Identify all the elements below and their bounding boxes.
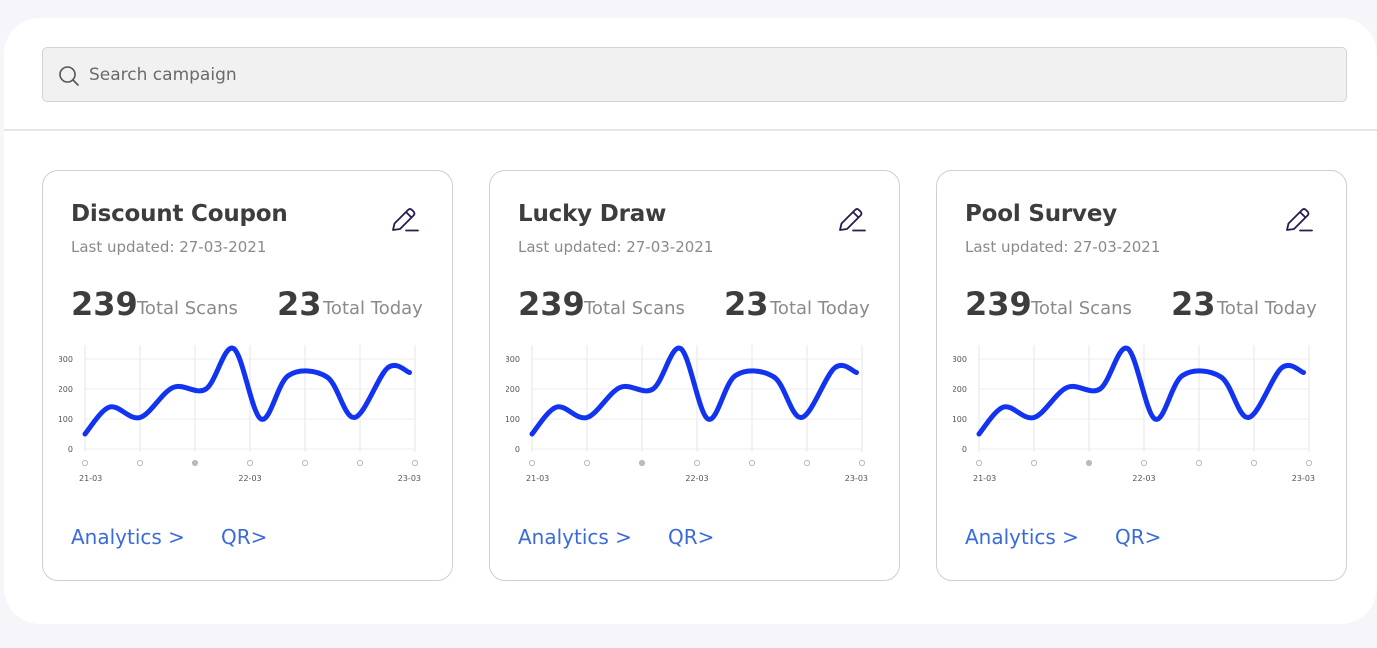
total-today-value: 23: [724, 285, 769, 323]
x-axis-dot: [748, 459, 756, 467]
y-tick-label: 100: [506, 415, 520, 424]
campaign-card[interactable]: Discount Coupon Last updated: 27-03-2021…: [42, 170, 453, 581]
x-tick-label: 22-03: [685, 474, 708, 483]
total-scans-label: Total Scans: [137, 298, 238, 319]
x-axis-dot: [638, 459, 646, 467]
campaign-card[interactable]: Pool Survey Last updated: 27-03-2021 239…: [936, 170, 1347, 581]
y-tick-label: 100: [59, 415, 73, 424]
total-scans-value: 239: [71, 285, 138, 323]
scans-line-chart: 0 100 200 300 21-03 22-03 23-03: [506, 345, 868, 483]
series-line: [976, 345, 1306, 437]
x-axis-dot: [528, 459, 536, 467]
x-tick-label: 21-03: [973, 474, 996, 483]
total-today-label: Total Today: [323, 298, 423, 319]
total-scans-value: 239: [965, 285, 1032, 323]
total-today-label: Total Today: [770, 298, 870, 319]
x-axis-dot: [975, 459, 983, 467]
x-axis-dot: [1030, 459, 1038, 467]
x-tick-label: 22-03: [238, 474, 261, 483]
x-tick-label: 23-03: [1292, 474, 1315, 483]
x-tick-label: 21-03: [79, 474, 102, 483]
x-axis-dot: [246, 459, 254, 467]
x-axis-dot: [693, 459, 701, 467]
edit-pencil-icon[interactable]: [836, 203, 868, 235]
divider: [4, 129, 1377, 131]
y-tick-label: 200: [953, 385, 967, 394]
x-tick-label: 23-03: [845, 474, 868, 483]
x-axis-dot: [1250, 459, 1258, 467]
scans-line-chart: 0 100 200 300 21-03 22-03 23-03: [953, 345, 1315, 483]
card-title: Discount Coupon: [71, 201, 288, 227]
qr-link[interactable]: QR>: [668, 525, 714, 549]
x-axis-dot: [858, 459, 866, 467]
y-tick-label: 300: [506, 355, 520, 364]
last-updated: Last updated: 27-03-2021: [71, 238, 267, 256]
last-updated: Last updated: 27-03-2021: [518, 238, 714, 256]
qr-link[interactable]: QR>: [1115, 525, 1161, 549]
analytics-link[interactable]: Analytics >: [965, 525, 1079, 549]
x-axis-dot: [583, 459, 591, 467]
series-line: [82, 345, 412, 437]
card-title: Lucky Draw: [518, 201, 667, 227]
y-tick-label: 300: [953, 355, 967, 364]
x-axis-dot: [1085, 459, 1093, 467]
search-bar[interactable]: [42, 47, 1347, 102]
y-tick-label: 200: [506, 385, 520, 394]
x-tick-label: 22-03: [1132, 474, 1155, 483]
x-axis-dot: [1140, 459, 1148, 467]
x-axis-dot: [136, 459, 144, 467]
x-tick-label: 21-03: [526, 474, 549, 483]
edit-pencil-icon[interactable]: [1283, 203, 1315, 235]
total-today-value: 23: [277, 285, 322, 323]
x-axis-dot: [81, 459, 89, 467]
total-scans-value: 239: [518, 285, 585, 323]
total-today-label: Total Today: [1217, 298, 1317, 319]
card-title: Pool Survey: [965, 201, 1118, 227]
main-panel: Discount Coupon Last updated: 27-03-2021…: [4, 18, 1377, 624]
y-tick-label: 100: [953, 415, 967, 424]
y-tick-label: 0: [515, 445, 520, 454]
x-axis-dot: [191, 459, 199, 467]
scans-line-chart: 0 100 200 300 21-03 22-03 23-03: [59, 345, 421, 483]
x-axis-dot: [411, 459, 419, 467]
y-tick-label: 0: [962, 445, 967, 454]
x-axis-dot: [356, 459, 364, 467]
last-updated: Last updated: 27-03-2021: [965, 238, 1161, 256]
edit-pencil-icon[interactable]: [389, 203, 421, 235]
x-axis-dot: [301, 459, 309, 467]
x-tick-label: 23-03: [398, 474, 421, 483]
y-tick-label: 300: [59, 355, 73, 364]
y-tick-label: 200: [59, 385, 73, 394]
total-today-value: 23: [1171, 285, 1216, 323]
x-axis-dot: [1195, 459, 1203, 467]
qr-link[interactable]: QR>: [221, 525, 267, 549]
series-line: [529, 345, 859, 437]
analytics-link[interactable]: Analytics >: [518, 525, 632, 549]
analytics-link[interactable]: Analytics >: [71, 525, 185, 549]
x-axis-dot: [1305, 459, 1313, 467]
x-axis-dot: [803, 459, 811, 467]
total-scans-label: Total Scans: [1031, 298, 1132, 319]
y-tick-label: 0: [68, 445, 73, 454]
campaign-card[interactable]: Lucky Draw Last updated: 27-03-2021 239 …: [489, 170, 900, 581]
search-icon: [59, 66, 79, 86]
search-input[interactable]: [89, 48, 1329, 101]
total-scans-label: Total Scans: [584, 298, 685, 319]
